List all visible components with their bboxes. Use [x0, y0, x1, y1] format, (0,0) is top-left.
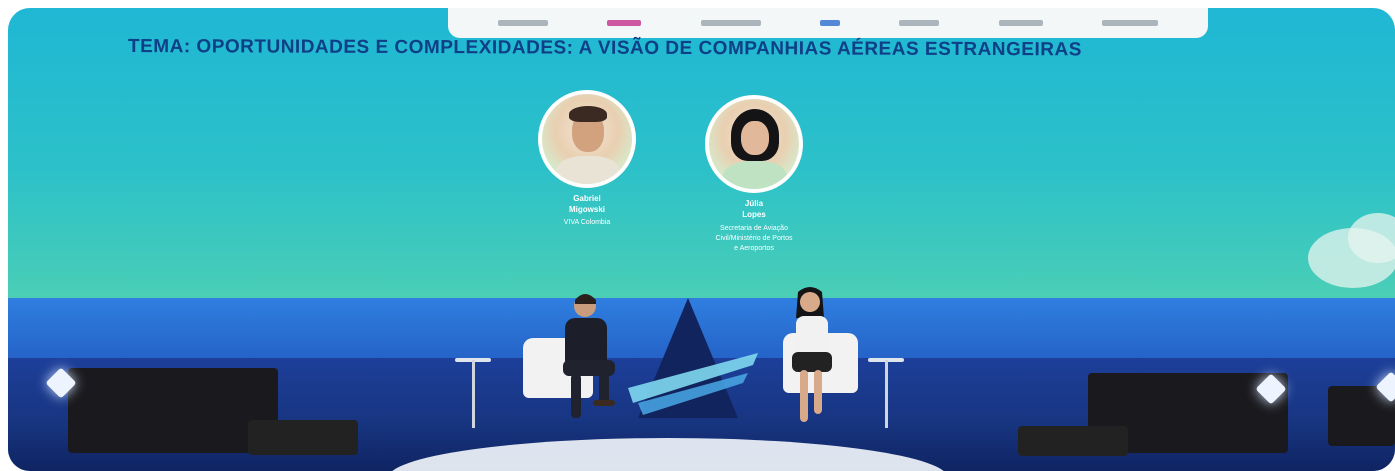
sponsor-logo: [700, 20, 761, 26]
side-table-leg: [472, 360, 475, 428]
sponsor-logo: [998, 20, 1043, 26]
speaker-role-line3: e Aeroportos: [734, 245, 774, 252]
speaker-role-line1: Secretaria de Aviação: [720, 225, 788, 232]
seated-panelist-woman: [792, 287, 832, 422]
side-table-leg: [885, 360, 888, 428]
panel-theme-title: TEMA: OPORTUNIDADES E COMPLEXIDADES: A V…: [127, 36, 1082, 61]
sponsor-logos-strip: [448, 8, 1208, 38]
stage-logo-sculpture: [628, 298, 758, 418]
seated-panelist-man: [563, 294, 615, 418]
sponsor-logo: [607, 20, 642, 26]
speaker-role-line2: Civil/Ministério de Portos: [715, 235, 793, 242]
stage-monitor-left-small: [248, 420, 358, 455]
speaker-role: VIVA Colombia: [563, 219, 611, 226]
sponsor-logo: [1102, 20, 1159, 26]
speaker-portrait-julia: [705, 95, 803, 193]
speaker-name-line2: Lopes: [742, 210, 766, 219]
event-photo: TEMA: OPORTUNIDADES E COMPLEXIDADES: A V…: [8, 8, 1395, 471]
speaker-name-line1: Gabriel: [573, 194, 601, 203]
speaker-name-line1: Júlia: [744, 199, 764, 208]
speaker-name-line2: Migowski: [568, 205, 605, 214]
sponsor-logo: [497, 20, 548, 26]
speaker-portrait-gabriel: [538, 90, 636, 188]
sponsor-logo: [819, 20, 840, 26]
sponsor-logo: [899, 20, 940, 26]
stage-monitor-right-small: [1018, 426, 1128, 456]
stage-monitor-left: [68, 368, 278, 453]
